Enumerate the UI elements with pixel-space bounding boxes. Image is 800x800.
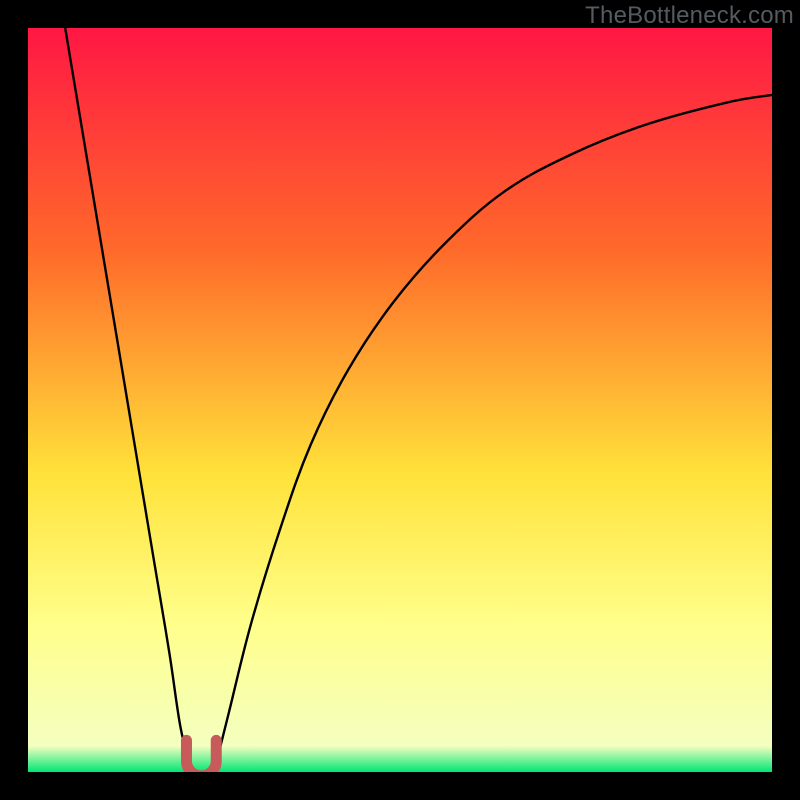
chart-background bbox=[28, 28, 772, 772]
chart-frame bbox=[28, 28, 772, 772]
bottleneck-chart bbox=[28, 28, 772, 772]
watermark-text: TheBottleneck.com bbox=[585, 2, 794, 30]
